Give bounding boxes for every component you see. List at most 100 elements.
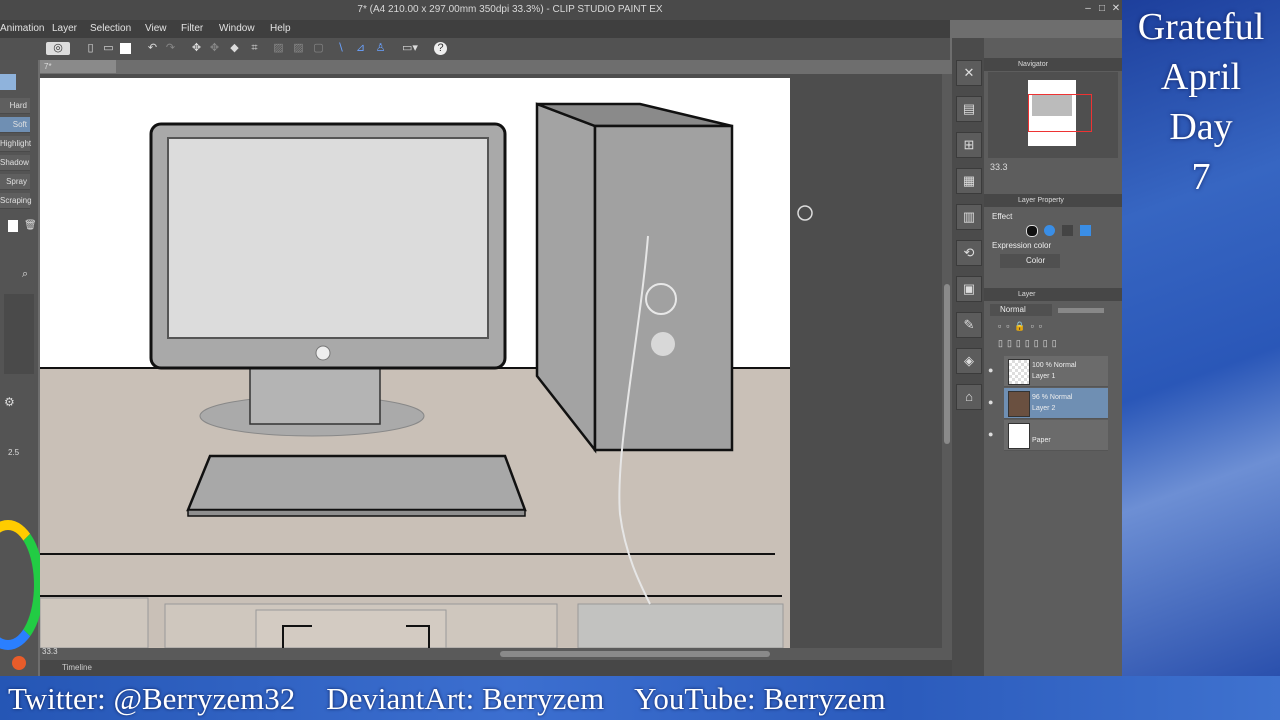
keyboard-edge — [187, 509, 526, 517]
right-panels: Navigator 33.3 Layer Property Effect Exp… — [984, 38, 1122, 676]
save-icon[interactable] — [120, 43, 131, 54]
open-file-icon[interactable]: ▭ — [102, 42, 115, 55]
zoom-readout: 33.3 — [42, 647, 58, 656]
eye-icon[interactable]: ● — [988, 397, 998, 407]
wrench-icon[interactable]: ⚙ — [4, 395, 15, 409]
minimize-icon[interactable]: – — [1082, 3, 1094, 15]
color-wheel[interactable] — [0, 520, 44, 650]
layer-opacity: 96 % Normal — [1032, 394, 1073, 401]
layer-command-icons[interactable]: ▯▯▯▯▯▯▯ — [998, 338, 1118, 350]
crop-icon[interactable]: ⌗ — [248, 42, 261, 55]
brush-spray[interactable]: Spray — [0, 174, 30, 190]
navigator-title: Navigator — [984, 58, 1122, 71]
tool-property-panel — [4, 294, 34, 374]
delete-brush-icon[interactable]: 🗑 — [24, 220, 37, 232]
layer-row-2[interactable]: ● 96 % Normal Layer 2 — [988, 388, 1108, 419]
scale-icon[interactable]: ✥ — [208, 42, 221, 55]
menu-animation[interactable]: Animation — [0, 23, 44, 34]
material-icon[interactable]: ▤ — [956, 96, 982, 122]
grateful-line-4: 7 — [1191, 156, 1211, 198]
keyboard — [186, 454, 527, 512]
close-icon[interactable]: ✕ — [1110, 3, 1122, 15]
settings-dropdown-icon[interactable]: ▭▾ — [398, 42, 422, 55]
layer-row-1[interactable]: ● 100 % Normal Layer 1 — [988, 356, 1108, 387]
app-logo-icon[interactable]: ◎ — [46, 42, 70, 55]
vertical-scrollbar[interactable] — [942, 74, 952, 648]
maximize-icon[interactable]: □ — [1096, 3, 1108, 15]
search-icon[interactable]: ⌕ — [22, 268, 28, 281]
blend-mode-select[interactable]: Normal — [990, 304, 1052, 316]
brush-soft[interactable]: Soft — [0, 117, 30, 133]
sub-tool-icon[interactable]: ✕ — [956, 60, 982, 86]
transform-icon[interactable]: ✥ — [190, 42, 203, 55]
eye-icon[interactable]: ● — [988, 365, 998, 375]
menu-selection[interactable]: Selection — [90, 23, 131, 34]
clear-outside-icon[interactable]: ▨ — [292, 42, 305, 55]
grateful-title: Grateful April Day 7 — [1122, 2, 1280, 202]
new-file-icon[interactable]: ▯ — [84, 42, 97, 55]
brush-scraping[interactable]: Scraping — [0, 193, 32, 209]
help-icon[interactable]: ? — [434, 42, 447, 55]
social-links-text: Twitter: @Berryzem32 DeviantArt: Berryze… — [8, 681, 886, 716]
border-effect-icon[interactable] — [1026, 225, 1038, 237]
menu-layer[interactable]: Layer — [52, 23, 77, 34]
fill-icon[interactable]: ◆ — [228, 42, 241, 55]
navigator-preview[interactable] — [988, 72, 1118, 158]
grateful-line-1: Grateful — [1137, 6, 1265, 48]
eye-icon[interactable]: ● — [988, 429, 998, 439]
menu-filter[interactable]: Filter — [181, 23, 203, 34]
title-bar: 7* (A4 210.00 x 297.00mm 350dpi 33.3%) -… — [0, 0, 1122, 20]
social-footer: Twitter: @Berryzem32 DeviantArt: Berryze… — [0, 676, 1280, 720]
brush-shadow[interactable]: Shadow — [0, 155, 30, 171]
tool-color-swatch[interactable] — [0, 74, 16, 90]
drawer-left — [40, 597, 149, 648]
canvas-area[interactable] — [40, 74, 942, 648]
layer-thumbnail — [1008, 391, 1030, 417]
snap-ruler-icon[interactable]: ∖ — [334, 42, 347, 55]
layer-color-icon[interactable] — [1080, 225, 1091, 236]
menu-help[interactable]: Help — [270, 23, 291, 34]
expression-color-icon[interactable] — [1044, 225, 1055, 236]
timeline-tab[interactable]: Timeline — [40, 660, 120, 676]
tool-icon-2[interactable]: ⊞ — [956, 132, 982, 158]
expression-color-label: Expression color — [992, 241, 1052, 250]
canvas-tab[interactable]: 7* — [40, 60, 116, 73]
layer-name: Paper — [1032, 437, 1051, 444]
tool-icon-4[interactable]: ▥ — [956, 204, 982, 230]
tool-icon-6[interactable]: ▣ — [956, 276, 982, 302]
layer-option-icons[interactable]: ▫▫🔒▫▫ — [998, 321, 1108, 333]
color-history-icon[interactable] — [12, 656, 26, 670]
tool-icon-5[interactable]: ⟲ — [956, 240, 982, 266]
layer-name: Layer 1 — [1032, 373, 1056, 380]
tower-power-glow — [651, 332, 675, 356]
tone-icon[interactable] — [1062, 225, 1073, 236]
tool-icon-9[interactable]: ⌂ — [956, 384, 982, 410]
artwork-canvas[interactable] — [40, 74, 942, 648]
menu-window[interactable]: Window — [219, 23, 255, 34]
expression-color-select[interactable]: Color — [1000, 254, 1060, 268]
navigator-controls[interactable]: 33.3 — [988, 160, 1118, 190]
tool-icon-7[interactable]: ✎ — [956, 312, 982, 338]
brush-tool-panel: Hard Soft Highlight Shadow Spray Scrapin… — [0, 60, 44, 676]
tool-icon-3[interactable]: ▦ — [956, 168, 982, 194]
new-brush-icon[interactable] — [8, 220, 18, 232]
drawer-right — [577, 603, 784, 648]
snap-special-icon[interactable]: ⊿ — [354, 42, 367, 55]
menu-view[interactable]: View — [145, 23, 167, 34]
redo-icon[interactable]: ↷ — [164, 42, 177, 55]
status-bar: 33.3 — [40, 647, 952, 676]
tool-icon-8[interactable]: ◈ — [956, 348, 982, 374]
brush-hard[interactable]: Hard — [0, 98, 30, 114]
layer-property-title: Layer Property — [984, 194, 1122, 207]
grateful-line-2: April — [1160, 56, 1242, 98]
horizontal-scrollbar[interactable] — [40, 648, 952, 660]
brush-highlight[interactable]: Highlight — [0, 136, 31, 152]
fill-selection-icon[interactable]: ▢ — [312, 42, 325, 55]
brush-size-value: 2.5 — [8, 448, 20, 457]
opacity-slider[interactable] — [1058, 308, 1104, 313]
layer-row-paper[interactable]: ● Paper — [988, 420, 1108, 451]
tower-front — [593, 124, 734, 452]
snap-grid-icon[interactable]: ♙ — [374, 42, 387, 55]
clear-icon[interactable]: ▨ — [272, 42, 285, 55]
undo-icon[interactable]: ↶ — [146, 42, 159, 55]
